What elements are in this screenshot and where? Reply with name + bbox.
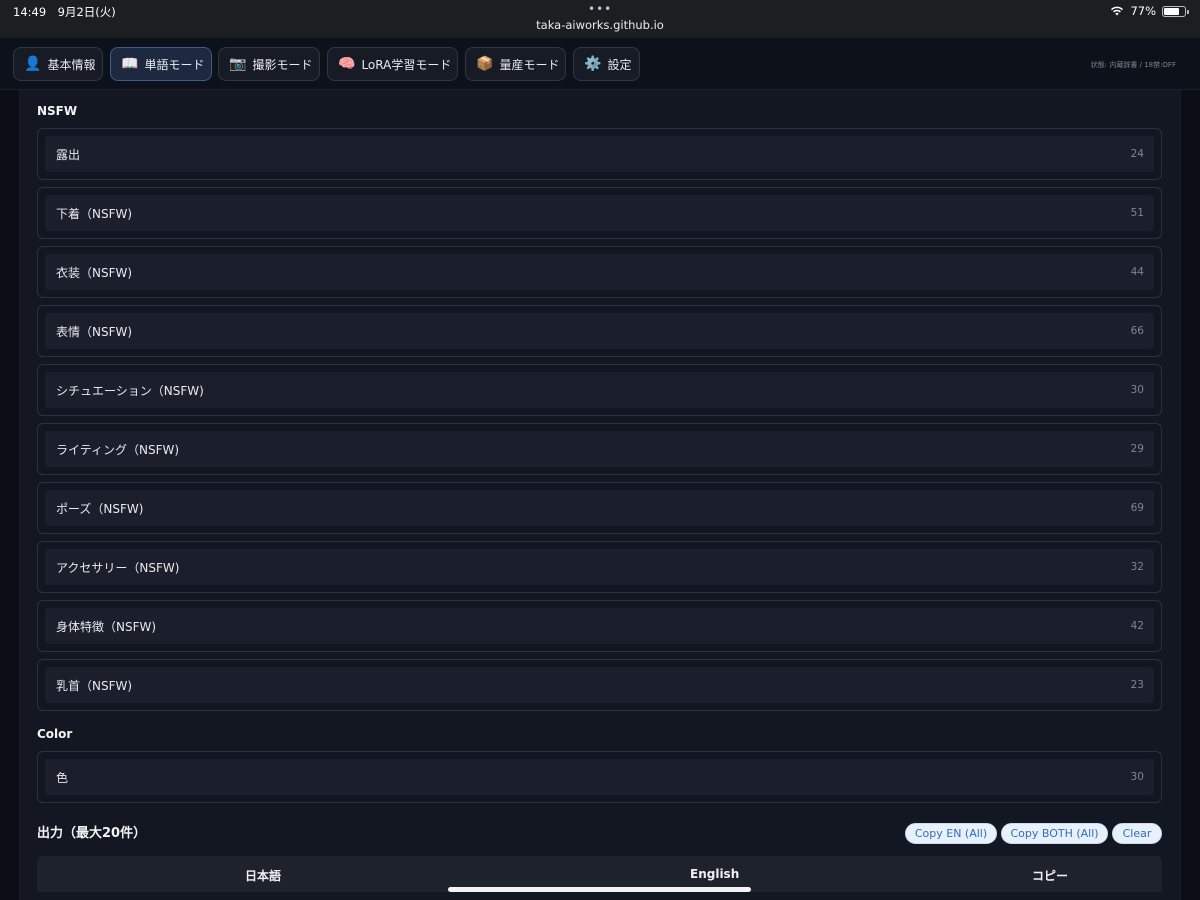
person-icon: 👤 (24, 56, 42, 72)
tab-label: 設定 (607, 57, 632, 72)
package-icon: 📦 (476, 56, 494, 72)
category-item[interactable]: 乳首（NSFW) 23 (37, 659, 1162, 711)
gear-icon: ⚙️ (584, 56, 602, 72)
category-item[interactable]: 衣装（NSFW) 44 (37, 246, 1162, 298)
wifi-icon (1110, 6, 1124, 16)
category-count: 32 (1130, 561, 1144, 573)
tab-label: 撮影モード (252, 57, 313, 72)
ios-status-bar: 14:49 9月2日(火) ••• taka-aiworks.github.io… (0, 0, 1200, 38)
category-label: 表情（NSFW) (56, 324, 133, 339)
category-label: 下着（NSFW) (56, 206, 133, 221)
clear-button[interactable]: Clear (1112, 823, 1162, 844)
category-count: 29 (1130, 443, 1144, 455)
column-header-copy: コピー (1032, 869, 1069, 883)
category-item[interactable]: ライティング（NSFW) 29 (37, 423, 1162, 475)
left-gutter (0, 90, 20, 900)
category-label: 色 (56, 770, 69, 785)
category-count: 66 (1130, 325, 1144, 337)
book-icon: 📖 (121, 56, 139, 72)
tab-label: 量産モード (499, 57, 560, 72)
copy-en-button[interactable]: Copy EN (All) (905, 823, 997, 844)
tab-word-mode[interactable]: 📖 単語モード (110, 47, 212, 81)
category-count: 30 (1130, 771, 1144, 783)
tab-basic-info[interactable]: 👤 基本情報 (13, 47, 103, 81)
category-label: 露出 (56, 147, 81, 162)
category-count: 24 (1130, 148, 1144, 160)
address-url[interactable]: taka-aiworks.github.io (0, 18, 1200, 32)
category-label: ポーズ（NSFW) (56, 501, 144, 516)
battery-icon (1162, 5, 1189, 17)
category-item[interactable]: シチュエーション（NSFW) 30 (37, 364, 1162, 416)
category-item[interactable]: 色 30 (37, 751, 1162, 803)
brain-icon: 🧠 (338, 56, 356, 72)
more-dots-icon[interactable]: ••• (588, 2, 612, 16)
category-label: 乳首（NSFW) (56, 678, 133, 693)
home-indicator[interactable] (448, 887, 751, 892)
tab-photo-mode[interactable]: 📷 撮影モード (218, 47, 320, 81)
category-count: 69 (1130, 502, 1144, 514)
tab-label: LoRA学習モード (361, 57, 452, 72)
category-label: シチュエーション（NSFW) (56, 383, 204, 398)
category-item[interactable]: ポーズ（NSFW) 69 (37, 482, 1162, 534)
camera-icon: 📷 (229, 56, 247, 72)
battery-percent: 77% (1130, 4, 1156, 18)
category-count: 30 (1130, 384, 1144, 396)
tab-lora-mode[interactable]: 🧠 LoRA学習モード (327, 47, 458, 81)
tab-settings[interactable]: ⚙️ 設定 (573, 47, 640, 81)
category-label: ライティング（NSFW) (56, 442, 180, 457)
tab-label: 単語モード (144, 57, 205, 72)
category-item[interactable]: 身体特徴（NSFW) 42 (37, 600, 1162, 652)
category-item[interactable]: 露出 24 (37, 128, 1162, 180)
category-count: 42 (1130, 620, 1144, 632)
right-gutter (1180, 90, 1200, 900)
section-title-color: Color (37, 727, 73, 741)
tab-label: 基本情報 (47, 57, 96, 72)
category-item[interactable]: 表情（NSFW) 66 (37, 305, 1162, 357)
column-header-japanese: 日本語 (245, 869, 282, 883)
category-label: アクセサリー（NSFW) (56, 560, 180, 575)
category-count: 44 (1130, 266, 1144, 278)
mode-nav: 👤 基本情報 📖 単語モード 📷 撮影モード 🧠 LoRA学習モード 📦 量産モ… (0, 38, 1200, 90)
tab-mass-production-mode[interactable]: 📦 量産モード (465, 47, 566, 81)
column-header-english: English (690, 867, 740, 881)
status-note: 状態: 内蔵辞書 / 18禁:OFF (1090, 61, 1176, 69)
section-title-nsfw: NSFW (37, 104, 78, 118)
battery-fill (1164, 7, 1180, 15)
category-count: 23 (1130, 679, 1144, 691)
category-item[interactable]: 下着（NSFW) 51 (37, 187, 1162, 239)
category-item[interactable]: アクセサリー（NSFW) 32 (37, 541, 1162, 593)
copy-both-button[interactable]: Copy BOTH (All) (1001, 823, 1108, 844)
category-label: 衣装（NSFW) (56, 265, 133, 280)
category-count: 51 (1130, 207, 1144, 219)
category-label: 身体特徴（NSFW) (56, 619, 157, 634)
output-title: 出力（最大20件） (37, 826, 147, 841)
